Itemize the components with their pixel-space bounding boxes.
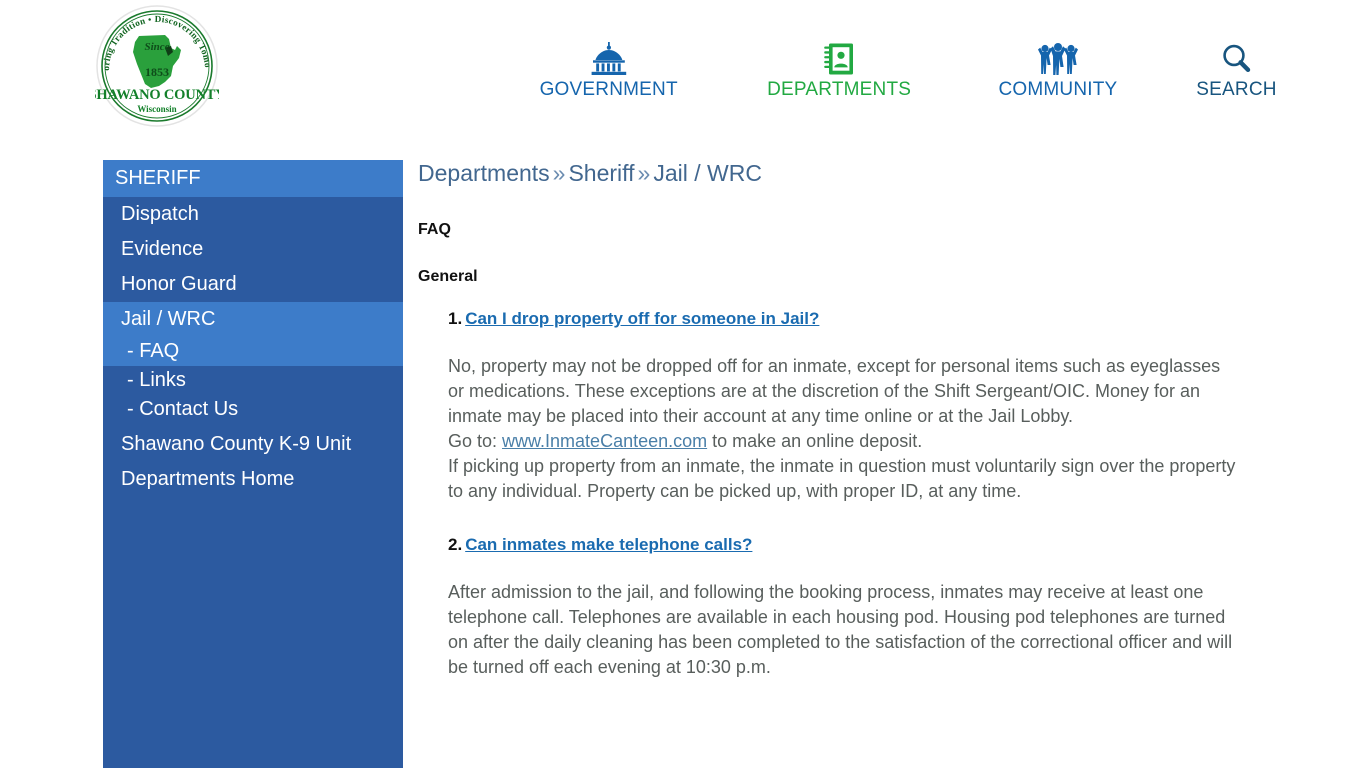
breadcrumb: Departments» Sheriff» Jail / WRC [418,158,1238,188]
sidebar-header-sheriff[interactable]: SHERIFF [103,160,403,197]
nav-item-community[interactable]: COMMUNITY [968,42,1148,101]
sidebar-navigation: SHERIFF Dispatch Evidence Honor Guard Ja… [103,160,403,768]
main-content: Departments» Sheriff» Jail / WRC FAQ Gener… [418,158,1238,768]
faq-list: 1. Can I drop property off for someone in… [448,308,1238,680]
address-book-icon [822,42,856,76]
faq-question-row: 2. Can inmates make telephone calls? [448,534,1238,556]
faq-question-link[interactable]: Can inmates make telephone calls? [465,535,752,554]
sidebar-item-dispatch[interactable]: Dispatch [103,197,403,232]
faq-answer-paragraph-2: If picking up property from an inmate, t… [448,456,1236,501]
svg-text:Wisconsin: Wisconsin [137,104,176,114]
nav-label-government: GOVERNMENT [539,79,678,100]
faq-question-number: 1. [448,309,463,328]
sidebar-subgroup: - Links - Contact Us [103,366,403,424]
inmate-canteen-link[interactable]: www.InmateCanteen.com [502,431,707,451]
faq-question-row: 1. Can I drop property off for someone in… [448,308,1238,330]
breadcrumb-separator-2: » [637,160,651,186]
three-people-icon [1034,42,1082,76]
svg-text:Since: Since [144,41,169,53]
sidebar-item-k9-unit[interactable]: Shawano County K-9 Unit [103,427,403,462]
nav-item-departments[interactable]: DEPARTMENTS [740,42,938,101]
sidebar-item-jail-wrc[interactable]: Jail / WRC [103,302,403,337]
svg-text:SHAWANO COUNTY: SHAWANO COUNTY [95,87,219,103]
faq-answer-paragraph: After admission to the jail, and followi… [448,582,1233,677]
svg-text:1853: 1853 [145,65,169,79]
faq-question-number: 2. [448,535,463,554]
shawano-county-logo[interactable]: Honoring Tradition • Discovering Tomorro… [95,4,219,128]
main-navigation: GOVERNMENT DEPARTMENTS COMMUNITY SEARCH [505,42,1305,112]
section-heading-general: General [418,268,478,285]
page-root: Honoring Tradition • Discovering Tomorro… [0,0,1366,768]
nav-label-departments: DEPARTMENTS [767,79,912,100]
faq-answer-goto-suffix: to make an online deposit. [707,431,923,451]
breadcrumb-separator-1: » [552,160,566,186]
faq-answer: After admission to the jail, and followi… [448,580,1238,680]
sidebar-item-faq[interactable]: - FAQ [103,337,403,366]
faq-answer: No, property may not be dropped off for … [448,354,1238,504]
page-title: FAQ [418,221,451,238]
faq-answer-paragraph: No, property may not be dropped off for … [448,356,1221,426]
breadcrumb-departments[interactable]: Departments [418,160,550,186]
faq-answer-line-with-link: Go to: www.InmateCanteen.com to make an … [448,429,1238,454]
breadcrumb-jail-wrc[interactable]: Jail / WRC [653,160,762,186]
sidebar-item-honor-guard[interactable]: Honor Guard [103,267,403,302]
nav-label-search: SEARCH [1196,79,1277,100]
site-header: Honoring Tradition • Discovering Tomorro… [0,0,1366,140]
faq-answer-goto-prefix: Go to: [448,431,503,451]
capitol-building-icon [586,42,632,76]
sidebar-item-contact-us[interactable]: - Contact Us [103,395,403,424]
faq-entry: 2. Can inmates make telephone calls? Afte… [448,534,1238,680]
faq-entry: 1. Can I drop property off for someone in… [448,308,1238,504]
magnifier-icon [1219,42,1253,76]
sidebar-item-departments-home[interactable]: Departments Home [103,462,403,497]
nav-item-search[interactable]: SEARCH [1168,42,1305,101]
faq-question-link[interactable]: Can I drop property off for someone in J… [465,309,819,328]
nav-label-community: COMMUNITY [998,79,1118,100]
sidebar-item-evidence[interactable]: Evidence [103,232,403,267]
sidebar-item-links[interactable]: - Links [103,366,403,395]
breadcrumb-sheriff[interactable]: Sheriff [568,160,634,186]
nav-item-government[interactable]: GOVERNMENT [505,42,712,101]
